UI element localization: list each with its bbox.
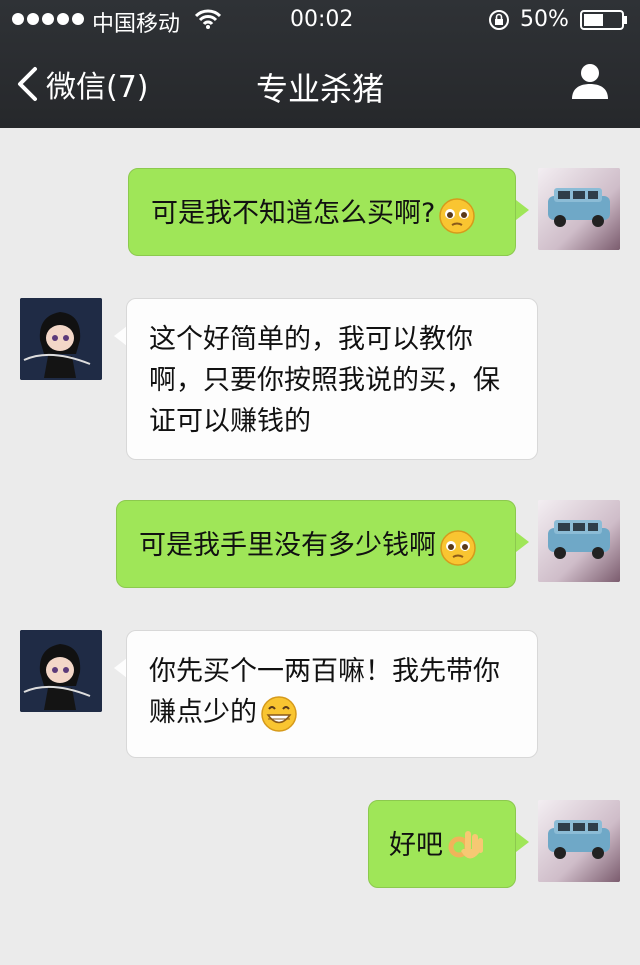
message-bubble-outgoing[interactable]: 好吧 (368, 800, 516, 888)
pleading-face-emoji-icon (440, 529, 476, 566)
bubble-tail (516, 532, 529, 552)
my-avatar[interactable] (538, 168, 620, 250)
rotation-lock-icon (489, 10, 509, 30)
navigation-bar: 微信(7) 专业杀猪 (0, 40, 640, 128)
battery-percentage: 50% (520, 7, 569, 32)
message-bubble-incoming[interactable]: 这个好简单的，我可以教你 啊，只要你按照我说的买，保 证可以赚钱的 (126, 298, 538, 460)
bubble-tail (516, 832, 529, 852)
status-bar: 中国移动 00:02 50% (0, 0, 640, 40)
contact-avatar[interactable] (20, 630, 102, 712)
message-bubble-outgoing[interactable]: 可是我不知道怎么买啊? (128, 168, 516, 256)
signal-strength-icon (12, 13, 84, 25)
contact-avatar[interactable] (20, 298, 102, 380)
message-text: 好吧 (389, 830, 443, 861)
message-text: 可是我不知道怎么买啊? (151, 198, 436, 229)
message-text-line: 啊，只要你按照我说的买，保 (149, 365, 500, 396)
bubble-tail (516, 200, 529, 220)
grinning-face-emoji-icon (261, 695, 297, 732)
my-avatar[interactable] (538, 800, 620, 882)
message-text: 可是我手里没有多少钱啊 (139, 530, 436, 561)
message-bubble-incoming[interactable]: 你先买个一两百嘛！我先带你 赚点少的 (126, 630, 538, 758)
car-avatar-image (538, 500, 620, 582)
anime-character-avatar-image (20, 630, 102, 712)
status-time: 00:02 (290, 7, 354, 32)
my-avatar[interactable] (538, 500, 620, 582)
anime-character-avatar-image (20, 298, 102, 380)
message-bubble-outgoing[interactable]: 可是我手里没有多少钱啊 (116, 500, 516, 588)
profile-icon[interactable] (570, 62, 610, 100)
battery-icon (580, 10, 627, 30)
message-text-line: 证可以赚钱的 (149, 406, 311, 437)
message-text-line: 你先买个一两百嘛！我先带你 (149, 656, 500, 687)
message-text-line: 赚点少的 (149, 697, 257, 728)
carrier-name: 中国移动 (92, 12, 181, 37)
pleading-face-emoji-icon (439, 197, 476, 234)
car-avatar-image (538, 800, 620, 882)
message-text-line: 这个好简单的，我可以教你 (149, 324, 473, 355)
car-avatar-image (538, 168, 620, 250)
wifi-icon (195, 9, 221, 29)
ok-hand-emoji-icon (448, 830, 483, 859)
chat-title: 专业杀猪 (255, 70, 384, 108)
app-header: 中国移动 00:02 50% 微信(7) 专业杀猪 (0, 0, 640, 128)
